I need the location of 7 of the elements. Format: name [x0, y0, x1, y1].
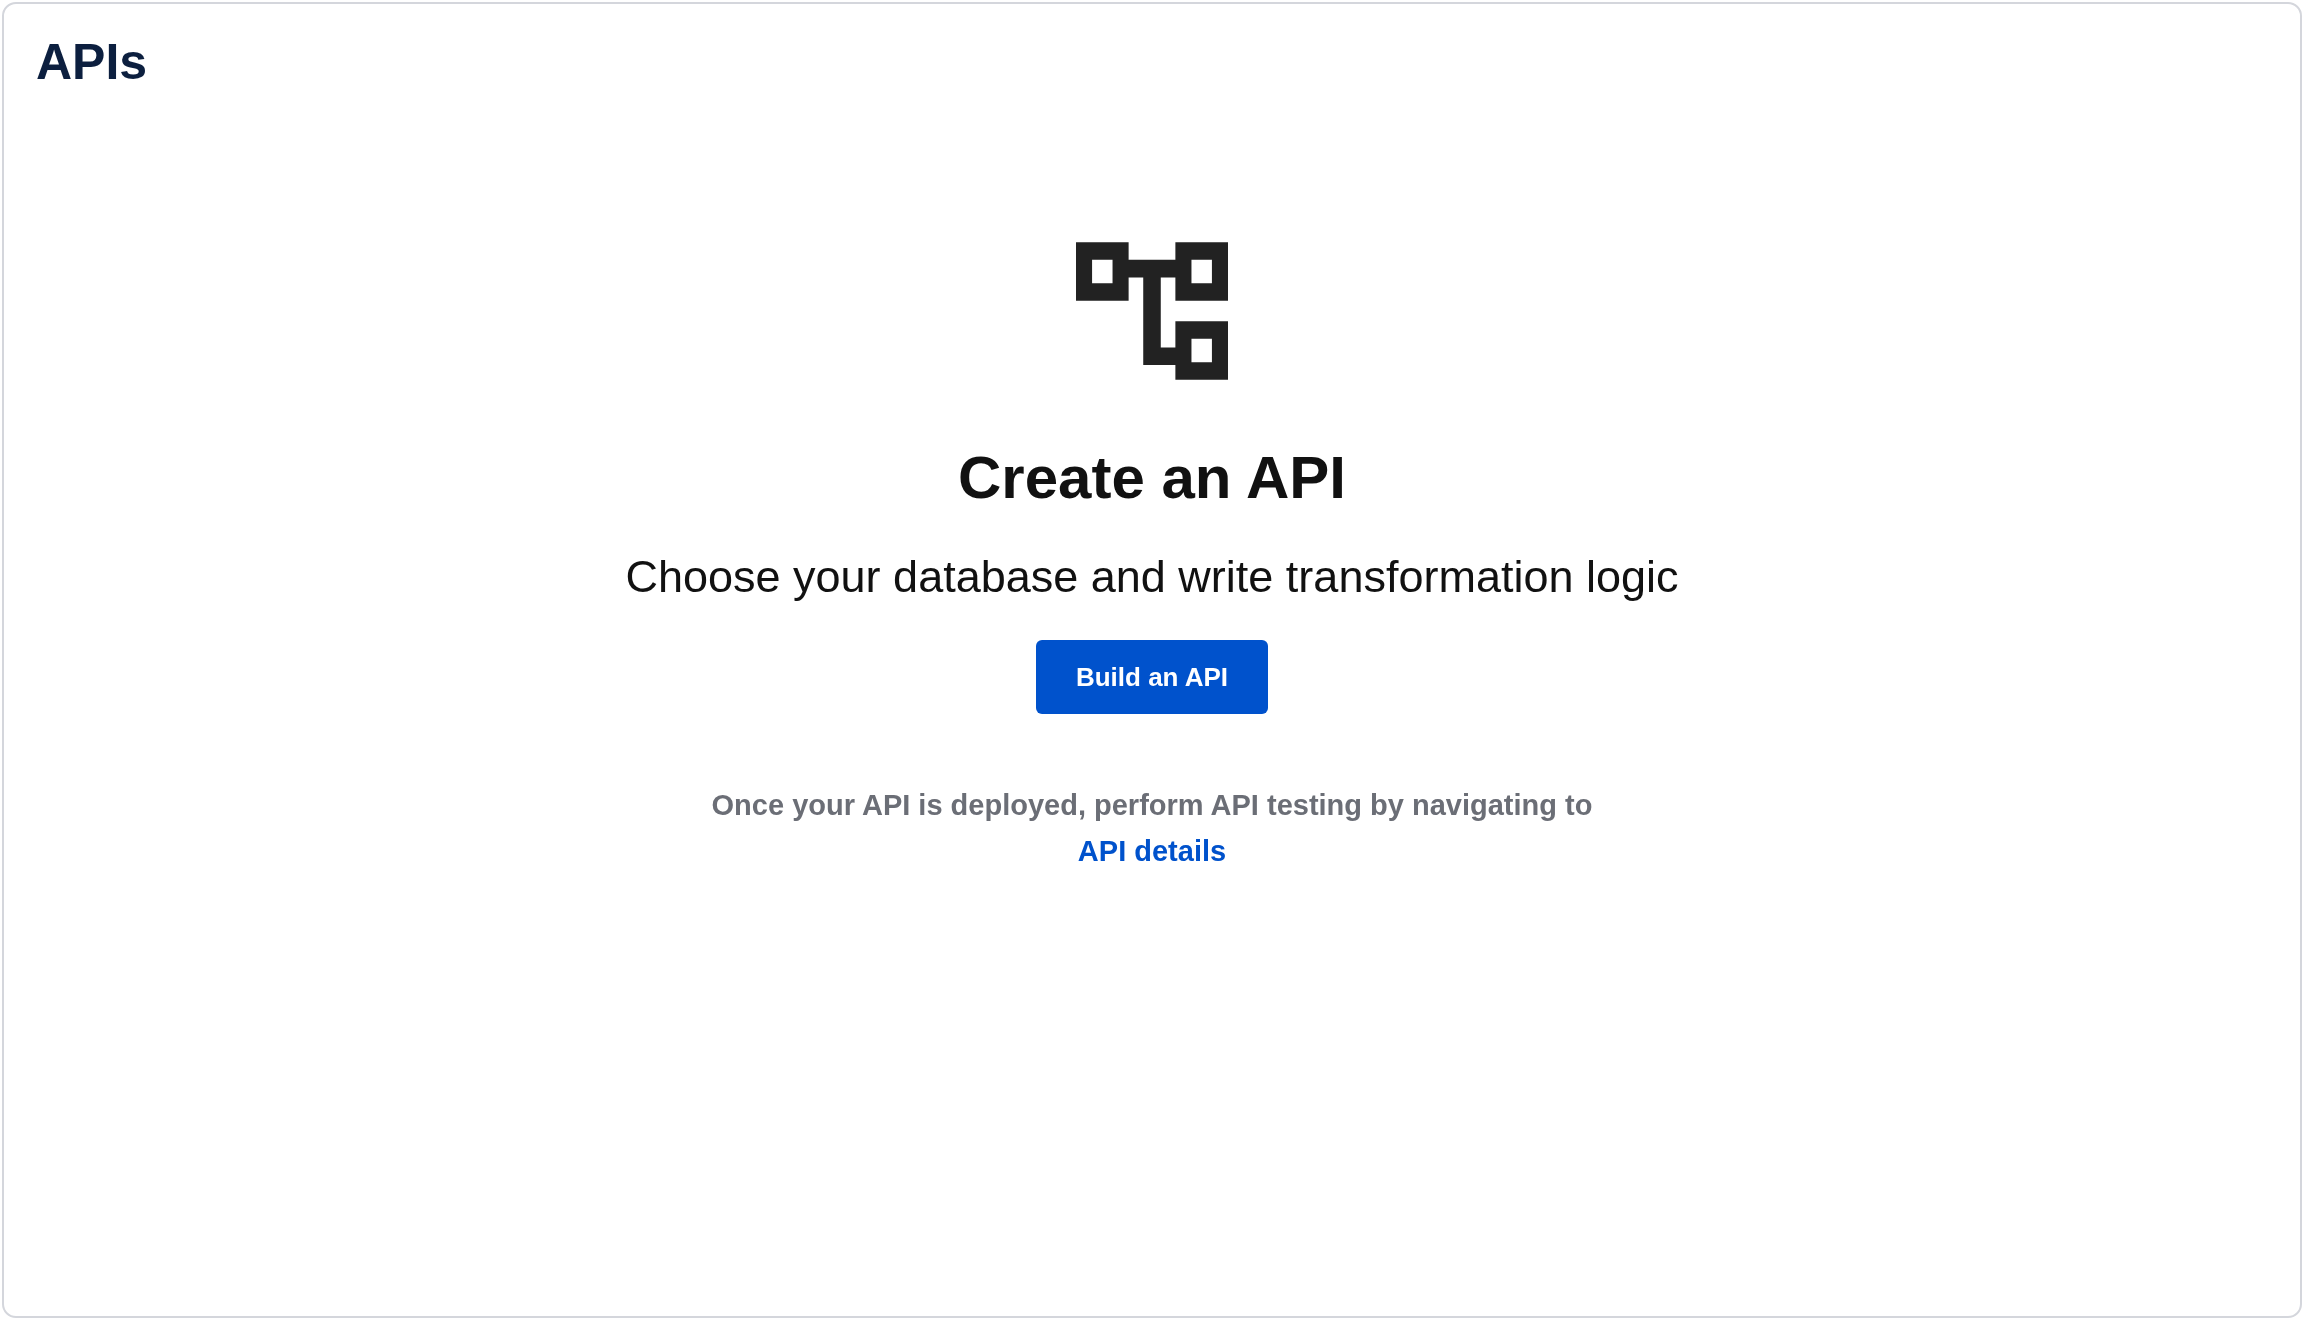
- page-title: APIs: [36, 33, 148, 92]
- hierarchy-icon: [1076, 242, 1228, 380]
- empty-state-subtitle: Choose your database and write transformation logic: [625, 550, 1679, 604]
- api-details-link[interactable]: API details: [1077, 835, 1227, 868]
- build-api-button[interactable]: Build an API: [1035, 640, 1269, 714]
- testing-note: Once your API is deployed, perform API testing by navigating to API details: [710, 788, 1594, 870]
- empty-state-heading: Create an API: [958, 443, 1346, 513]
